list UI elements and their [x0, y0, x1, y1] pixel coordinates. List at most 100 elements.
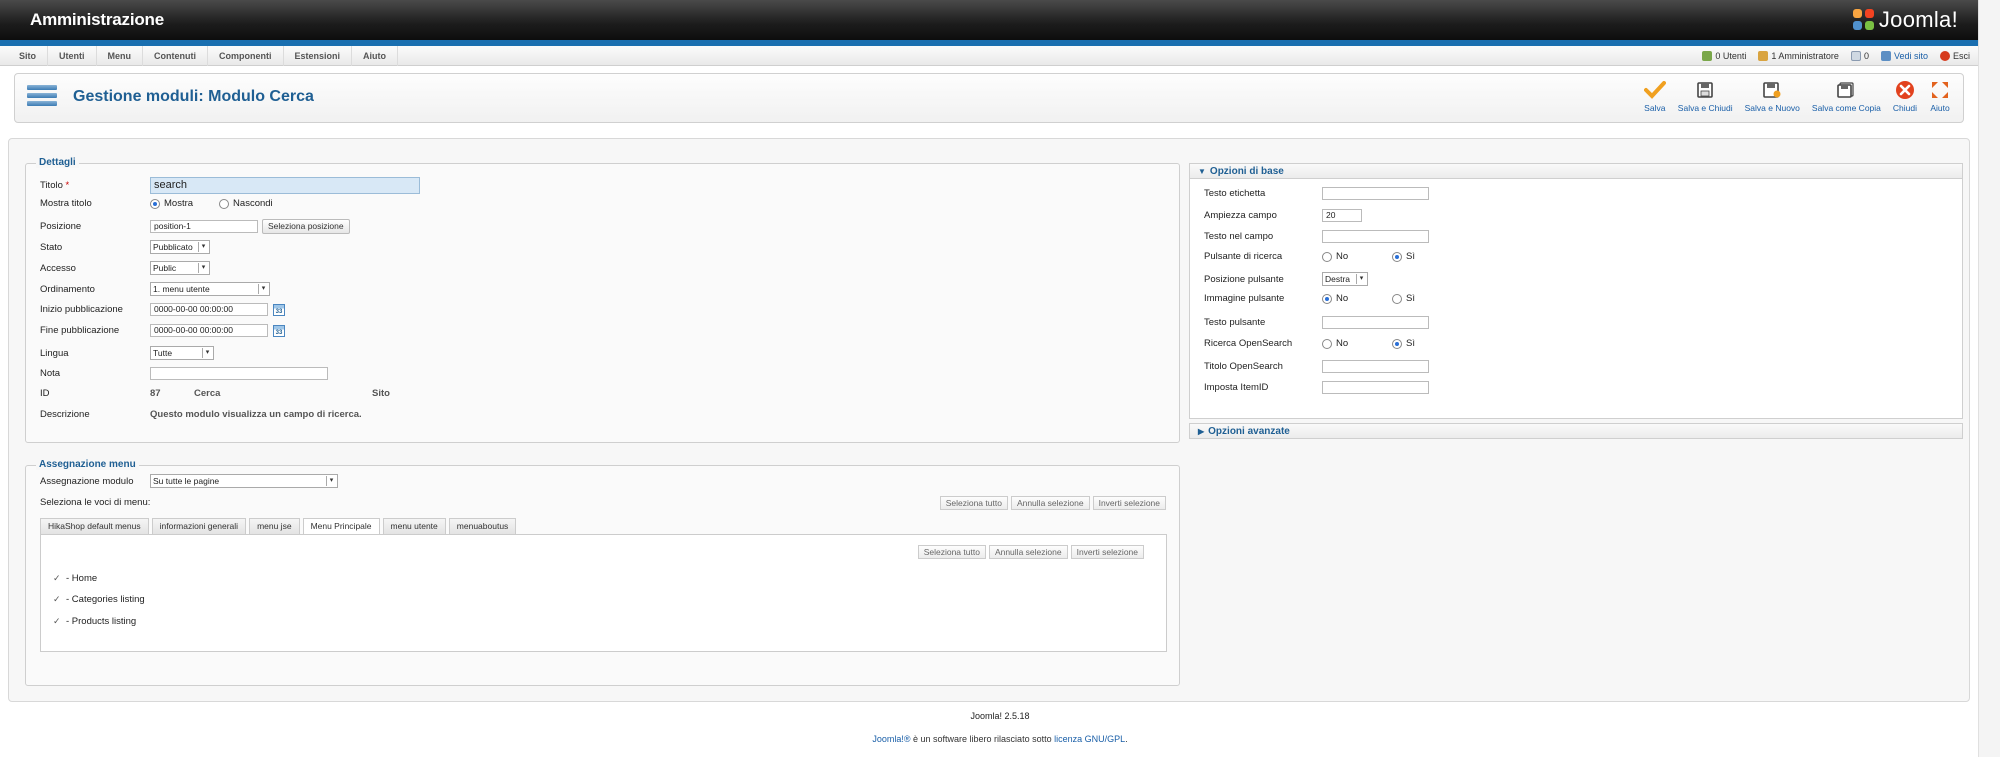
menu-item-estensioni[interactable]: Estensioni: [284, 46, 353, 66]
calendar-icon[interactable]: 33: [273, 303, 285, 316]
menu-item-sito[interactable]: Sito: [8, 46, 48, 66]
opensearch-title-input[interactable]: [1322, 360, 1429, 373]
menu-items-panel: Seleziona tutto Annulla selezione Invert…: [40, 534, 1167, 652]
publish-down-input[interactable]: 0000-00-00 00:00:00: [150, 324, 268, 337]
menu-item-menu[interactable]: Menu: [97, 46, 143, 66]
button-text-input[interactable]: [1322, 316, 1429, 329]
tab-hikashop-default-menus[interactable]: HikaShop default menus: [40, 518, 149, 534]
hide-title-radio[interactable]: [219, 198, 230, 209]
chevron-down-icon: ▾: [198, 263, 208, 273]
help-button[interactable]: Aiuto: [1923, 80, 1957, 113]
state-value: Pubblicato: [153, 242, 193, 252]
tab-menu-utente[interactable]: menu utente: [382, 518, 446, 534]
opensearch-row: Ricerca OpenSearch No Sì: [1204, 338, 1415, 349]
checkbox-checked-icon[interactable]: ✓: [53, 617, 62, 626]
access-select[interactable]: Public ▾: [150, 261, 210, 275]
save-new-button[interactable]: Salva e Nuovo: [1739, 80, 1806, 113]
tab-menuaboutus[interactable]: menuaboutus: [448, 518, 517, 534]
view-site-text: Vedi sito: [1893, 51, 1928, 61]
menu-item-home-label: - Home: [66, 573, 98, 584]
save-copy-button[interactable]: Salva come Copia: [1806, 80, 1887, 113]
menu-item-componenti[interactable]: Componenti: [208, 46, 284, 66]
opensearch-no-label: No: [1336, 338, 1349, 349]
position-row: Posizione position-1 Seleziona posizione: [40, 219, 350, 234]
list-item[interactable]: ✓ - Categories listing: [53, 594, 145, 605]
module-assignment-select[interactable]: Su tutte le pagine ▾: [150, 474, 338, 488]
close-label: Chiudi: [1892, 103, 1917, 113]
note-input[interactable]: [150, 367, 328, 380]
joomla-logo[interactable]: Joomla!: [1852, 6, 1958, 34]
list-item[interactable]: ✓ - Home: [53, 573, 97, 584]
description-label: Descrizione: [40, 409, 90, 420]
list-item[interactable]: ✓ - Products listing: [53, 616, 136, 627]
users-icon: [1702, 51, 1713, 61]
details-legend: Dettagli: [36, 157, 79, 168]
search-button-yes-radio[interactable]: [1392, 251, 1402, 262]
image-button-yes-radio[interactable]: [1392, 293, 1402, 304]
menu-item-aiuto[interactable]: Aiuto: [352, 46, 399, 66]
chevron-down-icon: ▾: [1356, 274, 1366, 284]
opensearch-no-radio[interactable]: [1322, 338, 1332, 349]
vertical-scrollbar[interactable]: [1978, 0, 2000, 757]
view-site-link[interactable]: Vedi sito: [1880, 51, 1928, 61]
search-button-label: Pulsante di ricerca: [1204, 251, 1283, 262]
joomla-link[interactable]: Joomla!®: [872, 734, 910, 744]
state-select[interactable]: Pubblicato ▾: [150, 240, 210, 254]
opensearch-title-row: Titolo OpenSearch: [1204, 360, 1429, 373]
publish-down-label: Fine pubblicazione: [40, 325, 120, 336]
width-row: Ampiezza campo 20: [1204, 209, 1362, 222]
logout-link[interactable]: Esci: [1939, 51, 1970, 61]
label-text-input[interactable]: [1322, 187, 1429, 200]
gpl-license-link[interactable]: licenza GNU/GPL: [1054, 734, 1125, 744]
tab-informazioni-generali[interactable]: informazioni generali: [151, 518, 247, 534]
image-button-row: Immagine pulsante No Sì: [1204, 293, 1415, 304]
width-input[interactable]: 20: [1322, 209, 1362, 222]
itemid-input[interactable]: [1322, 381, 1429, 394]
id-value: 87: [150, 388, 161, 399]
advanced-options-header[interactable]: ▶ Opzioni avanzate: [1189, 423, 1963, 439]
image-button-no-radio[interactable]: [1322, 293, 1332, 304]
publish-down-row: Fine pubblicazione 0000-00-00 00:00:00 3…: [40, 324, 285, 337]
joomla-logo-icon: [1852, 9, 1875, 31]
details-fieldset: Dettagli Titolo * search Mostra titolo M…: [25, 157, 1180, 443]
status-messages[interactable]: 0: [1850, 51, 1869, 61]
app-title: Amministrazione: [30, 10, 164, 29]
close-button[interactable]: Chiudi: [1887, 80, 1923, 113]
field-text-row: Testo nel campo: [1204, 230, 1429, 243]
hide-option-label: Nascondi: [233, 198, 273, 209]
publish-up-input[interactable]: 0000-00-00 00:00:00: [150, 303, 268, 316]
panel-select-all-button[interactable]: Seleziona tutto: [917, 545, 986, 559]
save-button[interactable]: Salva: [1638, 80, 1672, 113]
title-input[interactable]: search: [150, 177, 420, 194]
show-title-radio[interactable]: [150, 198, 160, 209]
panel-selection-buttons: Seleziona tutto Annulla selezione Invert…: [917, 545, 1144, 559]
search-button-no-radio[interactable]: [1322, 251, 1332, 262]
save-close-button[interactable]: Salva e Chiudi: [1672, 80, 1739, 113]
search-button-no-label: No: [1336, 251, 1349, 262]
position-input[interactable]: position-1: [150, 220, 258, 233]
basic-options-header[interactable]: ▼ Opzioni di base: [1189, 163, 1963, 179]
panel-toggle-selection-button[interactable]: Inverti selezione: [1070, 545, 1144, 559]
toolbar-box: Gestione moduli: Modulo Cerca Salva Salv…: [14, 73, 1964, 123]
language-select[interactable]: Tutte ▾: [150, 346, 214, 360]
status-users: 0 Utenti: [1702, 51, 1746, 61]
select-position-button[interactable]: Seleziona posizione: [262, 219, 350, 234]
access-label: Accesso: [40, 262, 76, 274]
checkbox-checked-icon[interactable]: ✓: [53, 595, 62, 604]
ordering-select[interactable]: 1. menu utente ▾: [150, 282, 270, 296]
menu-item-utenti[interactable]: Utenti: [48, 46, 97, 66]
select-all-button[interactable]: Seleziona tutto: [939, 496, 1008, 510]
checkbox-checked-icon[interactable]: ✓: [53, 574, 62, 583]
tab-menu-principale[interactable]: Menu Principale: [302, 518, 380, 535]
menu-item-contenuti[interactable]: Contenuti: [143, 46, 208, 66]
field-text-input[interactable]: [1322, 230, 1429, 243]
opensearch-yes-radio[interactable]: [1392, 338, 1402, 349]
calendar-icon[interactable]: 33: [273, 324, 285, 337]
button-position-select[interactable]: Destra ▾: [1322, 272, 1368, 286]
module-type-value: Cerca: [194, 388, 221, 399]
toggle-selection-button[interactable]: Inverti selezione: [1092, 496, 1166, 510]
panel-clear-selection-button[interactable]: Annulla selezione: [988, 545, 1068, 559]
tab-menu-jse[interactable]: menu jse: [249, 518, 300, 534]
clear-selection-button[interactable]: Annulla selezione: [1010, 496, 1090, 510]
status-messages-text: 0: [1863, 51, 1869, 61]
